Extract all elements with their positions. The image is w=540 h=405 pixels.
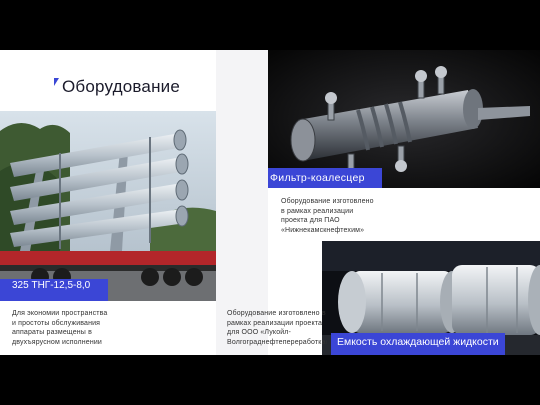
card-model-description: Для экономии пространства и простоты обс… [12,310,108,346]
card-filter-description: Оборудование изготовлено в рамках реализ… [281,198,374,234]
heat-exchanger-photo [0,111,216,301]
card-tank-label: Емкость охлаждающей жидкости [331,333,505,355]
card-tank-description: Оборудование изготовлено в рамках реализ… [227,310,327,346]
card-filter-label: Фильтр-коалесцер [268,168,382,188]
slide: Оборудование Фильтр-коалесцер Оборудован… [0,50,540,355]
slide-title: Оборудование [62,77,181,96]
title-corner-mark-icon [54,78,59,86]
card-model-label: 325 ТНГ-12,5-8,0 [0,279,108,301]
